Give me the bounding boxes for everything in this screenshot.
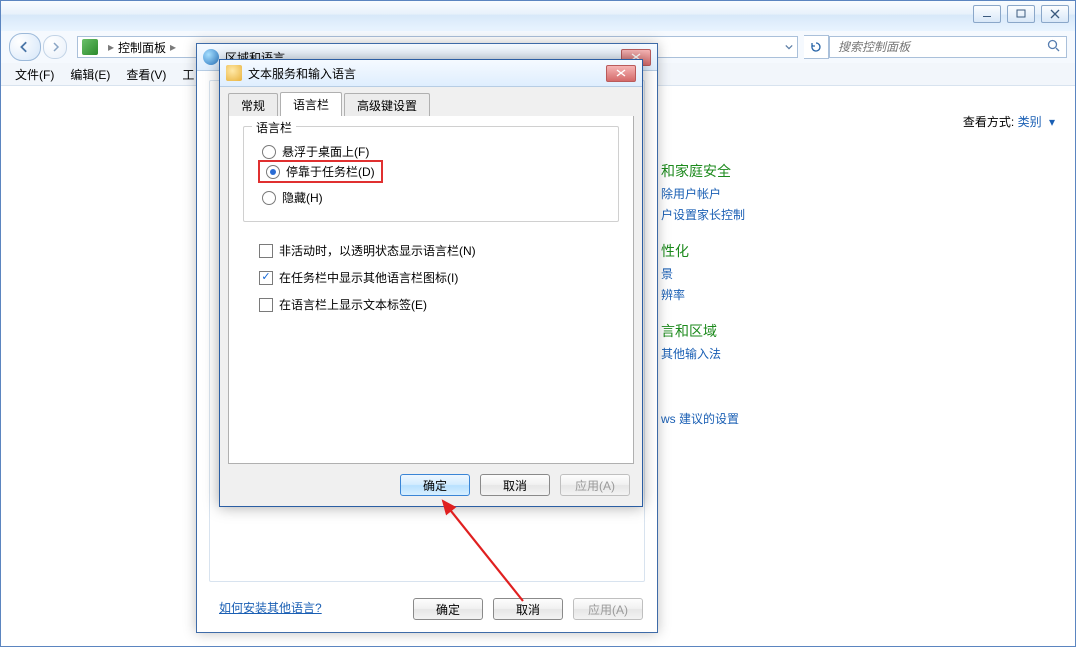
close-icon [616,69,626,77]
radio-icon[interactable] [266,165,280,179]
parent-window-titlebar [1,1,1075,32]
menu-file[interactable]: 文件(F) [7,66,62,83]
arrow-right-icon [50,42,60,52]
category-heading[interactable]: 性化 [661,241,961,261]
category-link[interactable]: 其他输入法 [661,345,961,362]
category-link[interactable]: ws 建议的设置 [661,410,961,427]
apply-button[interactable]: 应用(A) [573,598,643,620]
checkbox-label: 非活动时，以透明状态显示语言栏(N) [279,242,476,259]
search-box[interactable] [829,36,1067,58]
search-icon[interactable] [1047,39,1060,55]
checkbox-icon [259,298,273,312]
breadcrumb-sep: ▸ [170,40,176,54]
keyboard-icon [226,65,242,81]
breadcrumb-item[interactable]: 控制面板 [118,39,166,56]
maximize-icon [1016,9,1026,19]
check-text-labels[interactable]: 在语言栏上显示文本标签(E) [259,296,476,313]
menu-edit[interactable]: 编辑(E) [62,66,118,83]
tab-language-bar[interactable]: 语言栏 [280,92,342,118]
refresh-icon [810,41,822,53]
arrow-left-icon [19,41,31,53]
radio-label: 悬浮于桌面上(F) [282,143,369,160]
radio-icon [262,145,276,159]
globe-icon [203,49,219,65]
close-button[interactable] [1041,5,1069,23]
refresh-button[interactable] [804,35,829,59]
radio-hidden[interactable]: 隐藏(H) [262,189,618,206]
tab-general[interactable]: 常规 [228,93,278,118]
check-transparent[interactable]: 非活动时，以透明状态显示语言栏(N) [259,242,476,259]
radio-float-desktop[interactable]: 悬浮于桌面上(F) [262,143,618,160]
nav-forward-button[interactable] [43,35,67,59]
category-link[interactable]: 景 [661,265,961,282]
category-heading[interactable]: 言和区域 [661,321,961,341]
category-link[interactable]: 辨率 [661,286,961,303]
dialog-titlebar[interactable]: 文本服务和输入语言 [220,60,642,87]
checkbox-label: 在语言栏上显示文本标签(E) [279,296,427,313]
cancel-button[interactable]: 取消 [493,598,563,620]
dialog-title: 文本服务和输入语言 [248,65,606,82]
menu-view[interactable]: 查看(V) [118,66,174,83]
install-languages-link[interactable]: 如何安装其他语言? [219,599,322,616]
category-heading[interactable]: 和家庭安全 [661,161,961,181]
text-services-dialog: 文本服务和输入语言 常规 语言栏 高级键设置 语言栏 悬浮于桌面上(F) 停靠于… [219,59,643,507]
group-legend: 语言栏 [252,119,296,136]
control-panel-icon [82,39,98,55]
maximize-button[interactable] [1007,5,1035,23]
check-taskbar-icons[interactable]: 在任务栏中显示其他语言栏图标(I) [259,269,476,286]
nav-back-button[interactable] [9,33,41,61]
ok-button[interactable]: 确定 [413,598,483,620]
category-link[interactable]: 除用户帐户 [661,185,961,202]
breadcrumb-sep: ▸ [108,40,114,54]
view-mode-label: 查看方式: [963,115,1014,129]
close-icon [1050,9,1060,19]
chevron-down-icon[interactable] [785,43,793,51]
close-button[interactable] [606,65,636,82]
radio-icon [262,191,276,205]
tab-advanced-keys[interactable]: 高级键设置 [344,93,430,118]
chevron-down-icon[interactable]: ▾ [1049,115,1055,129]
language-bar-group: 语言栏 悬浮于桌面上(F) 停靠于任务栏(D) 隐藏(H) [243,126,619,222]
apply-button[interactable]: 应用(A) [560,474,630,496]
radio-label: 隐藏(H) [282,189,323,206]
view-mode: 查看方式: 类别 ▾ [963,113,1055,130]
tab-page: 语言栏 悬浮于桌面上(F) 停靠于任务栏(D) 隐藏(H) 非活动时，以透明状 [228,116,634,464]
category-list: 和家庭安全 除用户帐户 户设置家长控制 性化 景 辨率 言和区域 其他输入法 w… [661,155,961,427]
checkbox-label: 在任务栏中显示其他语言栏图标(I) [279,269,458,286]
tab-strip: 常规 语言栏 高级键设置 [228,93,634,118]
radio-label[interactable]: 停靠于任务栏(D) [286,163,375,180]
highlight-box: 停靠于任务栏(D) [258,160,383,183]
checkbox-icon [259,244,273,258]
checkbox-icon [259,271,273,285]
minimize-icon [982,9,992,19]
minimize-button[interactable] [973,5,1001,23]
search-input[interactable] [836,39,1047,55]
ok-button[interactable]: 确定 [400,474,470,496]
view-mode-value[interactable]: 类别 [1018,115,1042,129]
category-link[interactable]: 户设置家长控制 [661,206,961,223]
cancel-button[interactable]: 取消 [480,474,550,496]
